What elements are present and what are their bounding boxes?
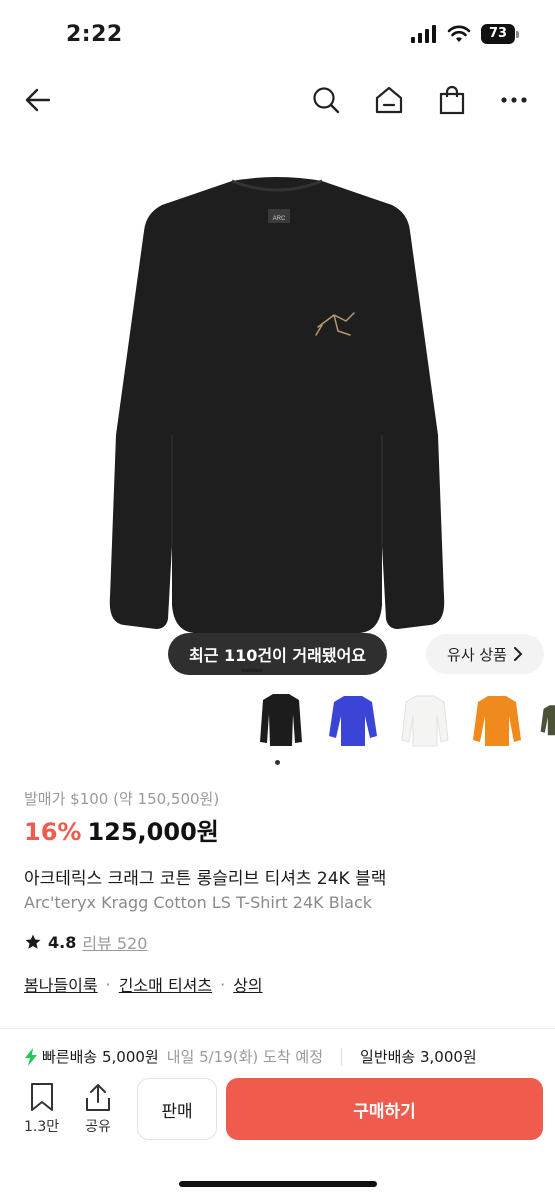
signal-icon bbox=[411, 25, 436, 43]
product-title-korean: 아크테릭스 크래그 코튼 롱슬리브 티셔츠 24K 블랙 bbox=[24, 869, 387, 889]
status-bar: 2:22 73 bbox=[0, 0, 555, 70]
normal-shipping-label: 일반배송 3,000원 bbox=[360, 1048, 477, 1066]
share-label: 공유 bbox=[85, 1119, 111, 1135]
tshirt-thumb bbox=[260, 694, 302, 746]
fast-shipping-label: 빠른배송 5,000원 bbox=[42, 1048, 159, 1066]
tag-link[interactable]: 긴소매 티셔츠 bbox=[119, 972, 212, 996]
sell-button[interactable]: 판매 bbox=[137, 1078, 217, 1140]
tag-link[interactable]: 상의 bbox=[233, 972, 262, 996]
tag-link[interactable]: 봄나들이룩 bbox=[24, 972, 98, 996]
similar-products-button[interactable]: 유사 상품 bbox=[426, 634, 544, 674]
tshirt-thumb bbox=[329, 696, 377, 746]
search-button[interactable] bbox=[306, 80, 346, 120]
shopping-bag-icon bbox=[439, 85, 465, 115]
tshirt-thumb bbox=[540, 705, 555, 736]
star-icon bbox=[25, 934, 41, 949]
shipping-options[interactable]: 빠른배송 5,000원 내일 5/19(화) 도착 예정 일반배송 3,000원 bbox=[24, 1046, 555, 1067]
discount-rate: 16% bbox=[24, 818, 82, 846]
thumbnail-indicator bbox=[275, 760, 280, 765]
recent-transactions-badge[interactable]: 최근 110건이 거래됐어요 bbox=[168, 633, 387, 675]
tag-separator: · bbox=[105, 974, 111, 994]
divider bbox=[0, 1028, 555, 1029]
home-icon bbox=[375, 86, 403, 114]
top-nav bbox=[0, 70, 555, 128]
rating-value: 4.8 bbox=[48, 932, 77, 952]
thumbnail-white[interactable] bbox=[396, 688, 454, 750]
shipping-separator bbox=[341, 1047, 343, 1066]
more-button[interactable] bbox=[494, 80, 534, 120]
product-image[interactable]: ARC bbox=[0, 135, 555, 675]
current-price: 125,000원 bbox=[87, 818, 219, 846]
more-dots-icon bbox=[501, 97, 527, 103]
release-price: 발매가 $100 (약 150,500원) bbox=[24, 790, 220, 808]
product-title-english: Arc'teryx Kragg Cotton LS T-Shirt 24K Bl… bbox=[24, 893, 373, 912]
status-icons: 73 bbox=[411, 24, 519, 44]
home-indicator bbox=[179, 1181, 377, 1187]
back-button[interactable] bbox=[18, 80, 58, 120]
image-page-indicator bbox=[241, 669, 263, 672]
arrow-left-icon bbox=[25, 88, 51, 112]
bookmark-button[interactable]: 1.3만 bbox=[24, 1082, 59, 1136]
svg-text:ARC: ARC bbox=[273, 216, 286, 222]
tag-separator: · bbox=[220, 974, 226, 994]
status-time: 2:22 bbox=[66, 22, 123, 47]
price-row: 16% 125,000원 bbox=[24, 812, 219, 847]
category-tags: 봄나들이룩 · 긴소매 티셔츠 · 상의 bbox=[24, 972, 263, 996]
fast-shipping-eta: 내일 5/19(화) 도착 예정 bbox=[166, 1048, 324, 1066]
thumbnail-blue[interactable] bbox=[324, 688, 382, 750]
tshirt-image: ARC bbox=[109, 177, 445, 633]
bookmark-count: 1.3만 bbox=[24, 1119, 60, 1135]
bookmark-icon bbox=[30, 1083, 53, 1111]
color-thumbnails bbox=[252, 688, 555, 750]
thumbnail-black[interactable] bbox=[252, 688, 310, 750]
bottom-action-bar: 1.3만 공유 판매 구매하기 bbox=[0, 1066, 555, 1200]
battery-level: 73 bbox=[481, 24, 515, 44]
home-button[interactable] bbox=[369, 80, 409, 120]
battery-icon: 73 bbox=[481, 24, 519, 44]
tshirt-thumb bbox=[401, 695, 449, 747]
review-link[interactable]: 리뷰 520 bbox=[82, 930, 147, 954]
wifi-icon bbox=[447, 25, 471, 42]
thumbnail-olive[interactable] bbox=[540, 688, 555, 750]
cart-button[interactable] bbox=[432, 80, 472, 120]
buy-button[interactable]: 구매하기 bbox=[226, 1078, 543, 1140]
search-icon bbox=[313, 87, 340, 114]
lightning-icon bbox=[25, 1047, 37, 1066]
share-button[interactable]: 공유 bbox=[84, 1082, 112, 1136]
similar-products-label: 유사 상품 bbox=[447, 645, 507, 664]
share-icon bbox=[86, 1084, 110, 1111]
thumbnail-orange[interactable] bbox=[468, 688, 526, 750]
tshirt-thumb bbox=[473, 696, 521, 746]
rating-row: 4.8 리뷰 520 bbox=[24, 930, 147, 954]
chevron-right-icon bbox=[513, 647, 523, 661]
